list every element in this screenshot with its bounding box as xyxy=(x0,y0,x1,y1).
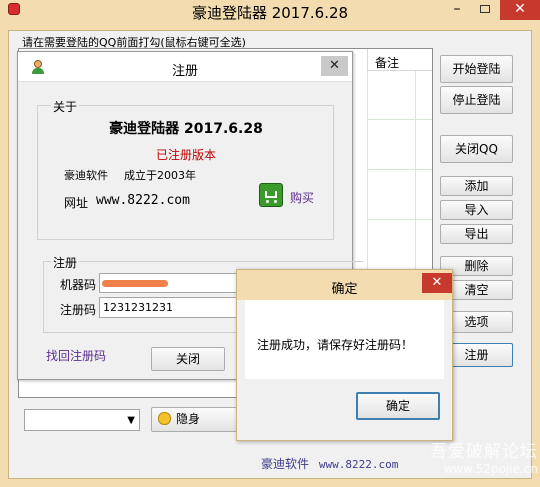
main-close-button[interactable]: ✕ xyxy=(500,0,540,20)
dialog-close-button[interactable]: 关闭 xyxy=(151,347,225,371)
chevron-down-icon: ▼ xyxy=(127,415,135,426)
add-button[interactable]: 添加 xyxy=(440,176,513,196)
confirm-titlebar: 确定 ✕ xyxy=(237,270,452,300)
company-name: 豪迪软件 xyxy=(64,169,108,182)
footer-brand-name: 豪迪软件 xyxy=(261,457,310,471)
confirm-title: 确定 xyxy=(331,282,358,297)
app-name: 豪迪登陆器 2017.6.28 xyxy=(109,121,263,137)
ok-button[interactable]: 确定 xyxy=(356,392,440,420)
grid-line xyxy=(367,119,432,120)
watermark-url: www.52pojie.cn xyxy=(443,462,538,476)
register-close-button[interactable]: ✕ xyxy=(321,56,348,76)
cart-icon[interactable] xyxy=(259,183,283,207)
buy-link[interactable]: 购买 xyxy=(290,189,314,206)
register-titlebar: 注册 ✕ xyxy=(18,52,352,82)
machine-code-label: 机器码 xyxy=(60,278,97,292)
close-qq-button[interactable]: 关闭QQ xyxy=(440,135,513,163)
export-button[interactable]: 导出 xyxy=(440,224,513,244)
footer-brand: 豪迪软件 www.8222.com xyxy=(261,455,398,472)
confirm-dialog: 确定 ✕ 注册成功，请保存好注册码！ 确定 xyxy=(236,269,453,441)
confirm-message: 注册成功，请保存好注册码！ xyxy=(257,338,414,352)
founded-text: 成立于2003年 xyxy=(124,169,196,182)
confirm-body: 注册成功，请保存好注册码！ xyxy=(245,300,444,379)
registration-legend: 注册 xyxy=(51,254,80,271)
redaction-mark xyxy=(102,280,168,287)
minimize-button[interactable]: – xyxy=(443,0,471,20)
stop-login-button[interactable]: 停止登陆 xyxy=(440,86,513,114)
import-button[interactable]: 导入 xyxy=(440,200,513,220)
about-legend: 关于 xyxy=(51,98,80,115)
url-label: 网址 xyxy=(64,196,89,210)
note-column-label: 备注 xyxy=(375,56,400,70)
watermark-title: 吾爱破解论坛 xyxy=(430,442,538,462)
invisible-button[interactable]: 隐身 xyxy=(151,407,237,432)
forum-watermark: 吾爱破解论坛 www.52pojie.cn xyxy=(420,437,538,476)
maximize-button[interactable] xyxy=(472,0,499,20)
register-title: 注册 xyxy=(171,64,198,79)
website-url[interactable]: www.8222.com xyxy=(96,193,190,208)
list-header-note: 备注 xyxy=(367,49,432,71)
registration-code-label: 注册码 xyxy=(60,303,97,317)
start-login-button[interactable]: 开始登陆 xyxy=(440,55,513,83)
machine-code-field[interactable] xyxy=(99,273,239,293)
smiley-icon xyxy=(158,412,171,425)
registration-code-field[interactable]: 1231231231 xyxy=(99,297,239,318)
footer-url[interactable]: www.8222.com xyxy=(319,458,398,471)
status-dropdown[interactable]: ▼ xyxy=(24,409,140,431)
grid-line xyxy=(367,219,432,220)
grid-line xyxy=(367,169,432,170)
confirm-close-button[interactable]: ✕ xyxy=(422,273,452,293)
invisible-label: 隐身 xyxy=(176,412,201,426)
maximize-icon xyxy=(480,5,490,13)
recover-code-link[interactable]: 找回注册码 xyxy=(46,347,106,364)
registration-status: 已注册版本 xyxy=(155,148,216,162)
